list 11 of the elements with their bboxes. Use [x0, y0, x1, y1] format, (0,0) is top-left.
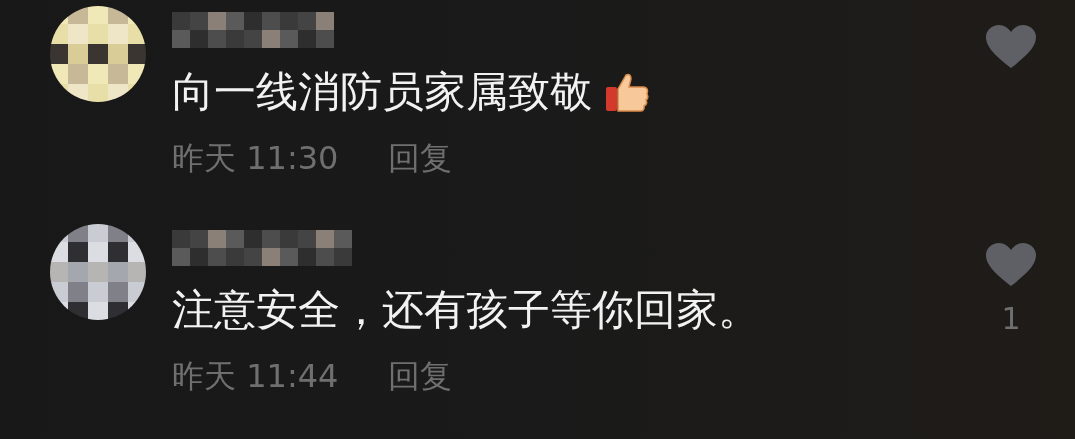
- heart-icon[interactable]: [985, 242, 1037, 289]
- avatar[interactable]: [50, 224, 146, 321]
- like-count: 1: [1001, 300, 1021, 339]
- comment-text: 向一线消防员家属致敬: [172, 68, 592, 116]
- comment-time: 昨天 11:30: [172, 138, 339, 179]
- comment-text: 注意安全，还有孩子等你回家。: [172, 286, 760, 335]
- reply-link[interactable]: 回复: [388, 134, 453, 182]
- heart-icon[interactable]: [985, 24, 1037, 70]
- comment-time: 昨天 11:44: [172, 356, 339, 398]
- reply-link[interactable]: 回复: [388, 352, 453, 401]
- avatar[interactable]: [50, 6, 146, 102]
